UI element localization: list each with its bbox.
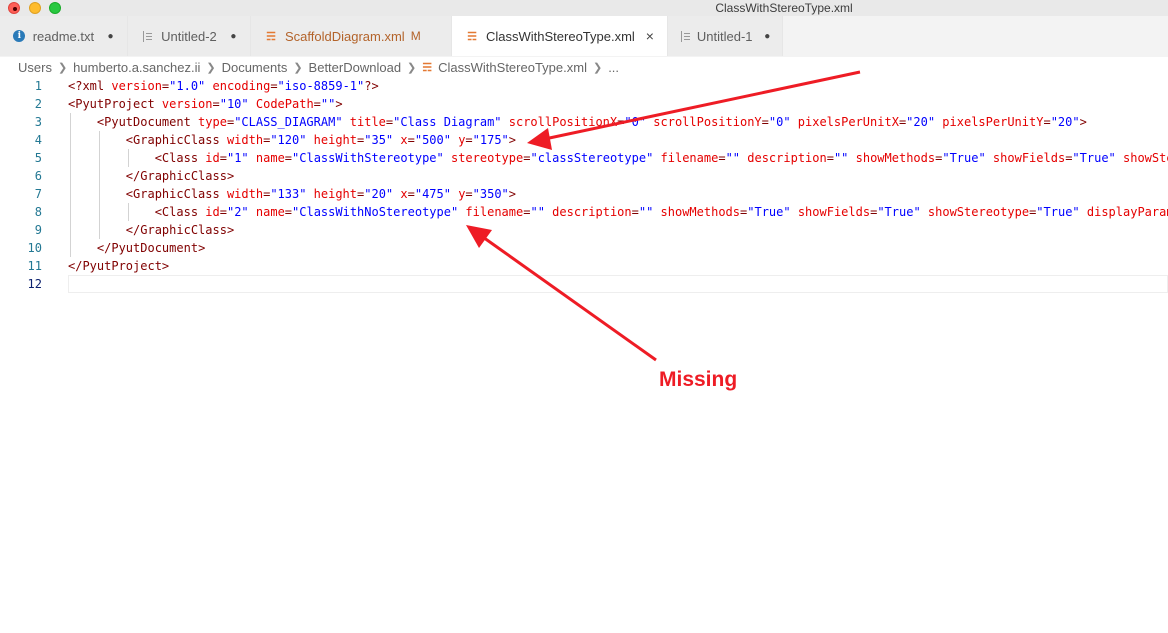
tab-untitled-2[interactable]: Untitled-2 ● bbox=[128, 16, 251, 56]
chevron-right-icon: ❯ bbox=[592, 61, 603, 74]
window-title: ClassWithStereoType.xml bbox=[715, 1, 853, 15]
line-number: 6 bbox=[34, 169, 42, 183]
code-line[interactable]: 3 <PyutDocument type="CLASS_DIAGRAM" tit… bbox=[0, 113, 1168, 131]
code-line[interactable]: 2 <PyutProject version="10" CodePath=""> bbox=[0, 95, 1168, 113]
code-line[interactable]: 12 bbox=[0, 275, 1168, 293]
close-tab-icon[interactable]: × bbox=[643, 28, 657, 44]
code-editor[interactable]: 1 <?xml version="1.0" encoding="iso-8859-… bbox=[0, 77, 1168, 633]
breadcrumb-item[interactable]: ... bbox=[608, 60, 619, 75]
document-icon bbox=[140, 30, 155, 42]
title-bar: ClassWithStereoType.xml bbox=[0, 0, 1168, 16]
chevron-right-icon: ❯ bbox=[293, 61, 303, 74]
code-text: </GraphicClass> bbox=[125, 169, 235, 183]
code-text: </PyutDocument> bbox=[96, 241, 206, 255]
line-number: 11 bbox=[27, 259, 42, 273]
line-number: 3 bbox=[34, 115, 42, 129]
rss-icon: ☴ bbox=[467, 30, 477, 43]
code-text: <Class id="2" name="ClassWithNoStereotyp… bbox=[154, 205, 1168, 219]
code-line[interactable]: 9 </GraphicClass> bbox=[0, 221, 1168, 239]
breadcrumb-item[interactable]: Users bbox=[18, 60, 52, 75]
unsaved-dot-icon[interactable]: ● bbox=[763, 31, 773, 42]
code-text: <PyutDocument type="CLASS_DIAGRAM" title… bbox=[96, 115, 1087, 129]
line-number: 12 bbox=[27, 277, 42, 291]
line-number: 2 bbox=[34, 97, 42, 111]
breadcrumb-item[interactable]: ClassWithStereoType.xml bbox=[438, 60, 587, 75]
rss-icon: ☴ bbox=[422, 61, 433, 74]
breadcrumb: Users ❯ humberto.a.sanchez.ii ❯ Document… bbox=[18, 58, 619, 76]
document-icon bbox=[680, 30, 691, 42]
modified-badge: M bbox=[410, 29, 421, 43]
code-text: <?xml version="1.0" encoding="iso-8859-1… bbox=[68, 79, 379, 93]
tab-label: readme.txt bbox=[32, 28, 95, 44]
rss-icon: ☴ bbox=[266, 30, 276, 43]
chevron-right-icon: ❯ bbox=[407, 61, 417, 74]
code-text: <GraphicClass width="133" height="20" x=… bbox=[125, 187, 517, 201]
tab-bar: i readme.txt ● Untitled-2 ● ☴ ScaffoldDi… bbox=[0, 16, 1168, 57]
tab-label: ScaffoldDiagram.xml bbox=[285, 28, 405, 44]
tab-label: Untitled-2 bbox=[161, 28, 217, 44]
code-text: </PyutProject> bbox=[68, 259, 170, 273]
code-line[interactable]: 8 <Class id="2" name="ClassWithNoStereot… bbox=[0, 203, 1168, 221]
line-number: 4 bbox=[34, 133, 42, 147]
tab-untitled-1[interactable]: Untitled-1 ● bbox=[668, 16, 783, 56]
breadcrumb-item[interactable]: Documents bbox=[222, 60, 288, 75]
tab-readme[interactable]: i readme.txt ● bbox=[0, 16, 128, 56]
chevron-right-icon: ❯ bbox=[206, 61, 216, 74]
info-icon: i bbox=[12, 30, 27, 42]
code-text: <PyutProject version="10" CodePath=""> bbox=[68, 97, 343, 111]
code-line[interactable]: 7 <GraphicClass width="133" height="20" … bbox=[0, 185, 1168, 203]
code-line[interactable]: 10 </PyutDocument> bbox=[0, 239, 1168, 257]
chevron-right-icon: ❯ bbox=[57, 61, 68, 74]
line-number: 10 bbox=[27, 241, 42, 255]
line-number: 9 bbox=[34, 223, 42, 237]
code-line[interactable]: 1 <?xml version="1.0" encoding="iso-8859-… bbox=[0, 77, 1168, 95]
tab-scaffold-diagram[interactable]: ☴ ScaffoldDiagram.xml M bbox=[251, 16, 452, 56]
unsaved-dot-icon[interactable]: ● bbox=[104, 31, 117, 42]
line-number: 8 bbox=[34, 205, 42, 219]
breadcrumb-item[interactable]: BetterDownload bbox=[309, 60, 402, 75]
line-number: 5 bbox=[34, 151, 42, 165]
code-line[interactable]: 4 <GraphicClass width="120" height="35" … bbox=[0, 131, 1168, 149]
code-line[interactable]: 11 </PyutProject> bbox=[0, 257, 1168, 275]
breadcrumb-item[interactable]: humberto.a.sanchez.ii bbox=[73, 60, 200, 75]
tab-label: ClassWithStereoType.xml bbox=[486, 28, 635, 44]
code-line[interactable]: 5 <Class id="1" name="ClassWithStereotyp… bbox=[0, 149, 1168, 167]
tab-class-with-stereotype[interactable]: ☴ ClassWithStereoType.xml × bbox=[452, 16, 668, 56]
code-text: <Class id="1" name="ClassWithStereotype"… bbox=[154, 151, 1168, 165]
annotation-label: Missing bbox=[659, 368, 738, 391]
line-number: 1 bbox=[34, 79, 42, 93]
code-text: </GraphicClass> bbox=[125, 223, 235, 237]
code-text: <GraphicClass width="120" height="35" x=… bbox=[125, 133, 517, 147]
tab-label: Untitled-1 bbox=[696, 28, 753, 44]
unsaved-dot-icon[interactable]: ● bbox=[227, 31, 240, 42]
code-line[interactable]: 6 </GraphicClass> bbox=[0, 167, 1168, 185]
line-number: 7 bbox=[34, 187, 42, 201]
